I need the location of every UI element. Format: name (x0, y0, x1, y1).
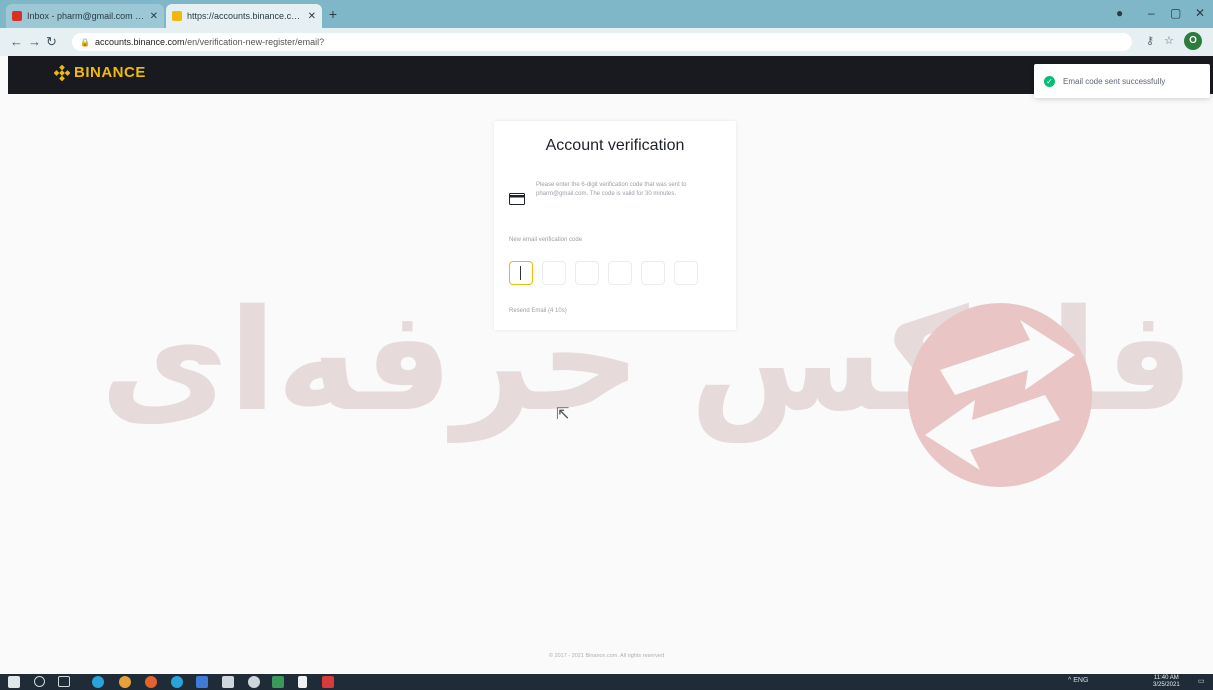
page-title: Account verification (545, 137, 685, 154)
telegram-icon[interactable] (171, 676, 183, 688)
mouse-pointer-icon: ⇱ (556, 406, 570, 423)
close-window-button[interactable]: ✕ (1195, 6, 1205, 20)
tab-binance[interactable]: https://accounts.binance.com/e ✕ (166, 4, 322, 28)
binance-favicon-icon (172, 11, 182, 21)
tab-gmail[interactable]: Inbox - pharm@gmail.com - G ✕ (6, 4, 164, 28)
minimize-button[interactable]: – (1148, 6, 1155, 20)
gmail-icon (12, 11, 22, 21)
search-icon[interactable] (34, 676, 45, 687)
code-digit-1[interactable] (509, 261, 533, 285)
watermark-logo-icon (908, 303, 1092, 487)
back-arrow-icon[interactable]: ← (10, 34, 23, 50)
app-icon-2[interactable] (196, 676, 208, 688)
brand-name: BINANCE (74, 64, 146, 81)
code-digit-5[interactable] (641, 261, 665, 285)
app-icon-3[interactable] (248, 676, 260, 688)
firefox-icon[interactable] (145, 676, 157, 688)
reload-icon[interactable]: ↻ (46, 34, 57, 50)
windows-taskbar: ^ ENG 11:40 AM 3/25/2021 ▭ (0, 674, 1213, 690)
close-tab-icon[interactable]: ✕ (150, 11, 158, 22)
site-header: BINANCE (8, 56, 1213, 94)
close-tab-icon[interactable]: ✕ (308, 11, 316, 22)
instruction-text: Please enter the 6-digit verification co… (536, 182, 687, 197)
taskbar-clock[interactable]: 11:40 AM 3/25/2021 (1153, 675, 1180, 689)
code-digit-2[interactable] (542, 261, 566, 285)
key-icon[interactable]: ⚷ (1146, 34, 1154, 47)
browser-tab-strip: Inbox - pharm@gmail.com - G ✕ https://ac… (0, 0, 1213, 28)
copyright-text: © 2017 - 2021 Binance.com. All rights re… (548, 653, 665, 659)
profile-avatar[interactable]: O (1184, 32, 1202, 50)
checkmark-icon: ✓ (1044, 75, 1055, 87)
address-bar[interactable]: 🔒 accounts.binance.com /en/verification-… (72, 33, 1132, 51)
new-tab-button[interactable]: + (326, 7, 340, 21)
app-icon-5[interactable] (322, 676, 334, 688)
tab-search-icon[interactable]: ● (1116, 6, 1123, 20)
app-icon-4[interactable] (272, 676, 284, 688)
task-view-icon[interactable] (58, 676, 70, 687)
store-icon[interactable] (222, 676, 234, 688)
code-field-label: New email verification code (509, 237, 583, 243)
address-path: /en/verification-new-register/email? (184, 37, 325, 47)
clock-time: 11:40 AM (1153, 675, 1179, 681)
success-toast: ✓ Email code sent successfully (1034, 64, 1210, 98)
bookmark-star-icon[interactable]: ☆ (1164, 34, 1174, 47)
code-digit-6[interactable] (674, 261, 698, 285)
lock-icon: 🔒 (80, 37, 90, 47)
app-icon-1[interactable] (92, 676, 104, 688)
system-tray[interactable]: ^ ENG (1068, 677, 1088, 684)
verification-card: Account verification Please enter the 6-… (494, 121, 736, 330)
notepad-icon[interactable] (298, 676, 307, 688)
email-card-icon (509, 193, 525, 205)
code-digit-4[interactable] (608, 261, 632, 285)
chrome-icon[interactable] (119, 676, 131, 688)
clock-date: 3/25/2021 (1153, 682, 1180, 688)
forward-arrow-icon[interactable]: → (28, 34, 41, 50)
tab-title: Inbox - pharm@gmail.com - G (27, 11, 146, 21)
binance-logo[interactable]: BINANCE (54, 64, 146, 81)
resend-email-link[interactable]: Resend Email (4 10s) (509, 308, 567, 314)
windows-start-icon[interactable] (8, 676, 20, 688)
browser-toolbar: ← → ↻ 🔒 accounts.binance.com /en/verific… (0, 28, 1213, 56)
tab-title: https://accounts.binance.com/e (187, 11, 304, 21)
notifications-icon[interactable]: ▭ (1198, 677, 1205, 685)
maximize-button[interactable]: ▢ (1170, 6, 1181, 20)
binance-diamond-icon (54, 64, 70, 81)
code-input-group (509, 261, 707, 285)
address-host: accounts.binance.com (95, 37, 185, 47)
code-digit-3[interactable] (575, 261, 599, 285)
toast-message: Email code sent successfully (1063, 76, 1166, 86)
